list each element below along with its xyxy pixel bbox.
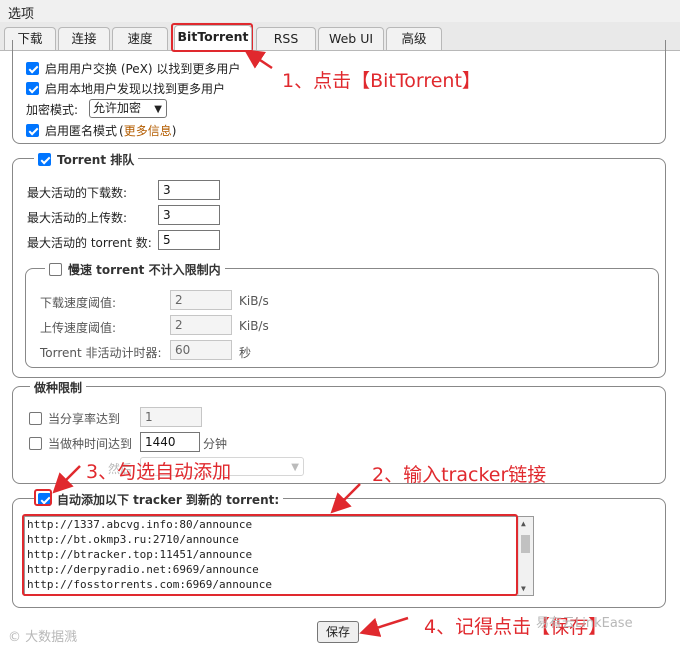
- annotation-3: 3、勾选自动添加: [86, 461, 232, 483]
- watermark-left: © 大数据溅: [8, 630, 78, 645]
- annotation-1: 1、点击【BitTorrent】: [282, 70, 481, 92]
- tab-bittorrent[interactable]: BitTorrent: [174, 25, 252, 50]
- arrow-1: [243, 49, 273, 70]
- watermark-right: 易有云LinkEase: [536, 616, 633, 631]
- arrow-2: [330, 483, 361, 514]
- arrow-4: [359, 616, 409, 637]
- annotation-2: 2、输入tracker链接: [372, 464, 547, 486]
- arrow-3: [52, 465, 81, 494]
- annotation-arrows: [52, 49, 409, 637]
